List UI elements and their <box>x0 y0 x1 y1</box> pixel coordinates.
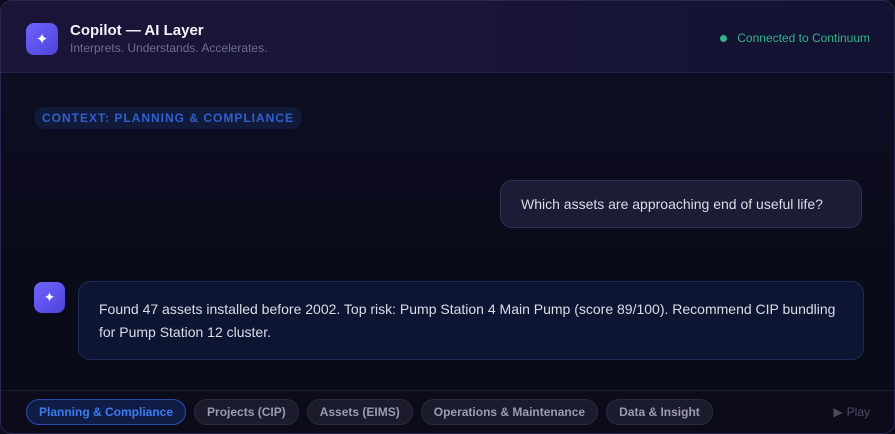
ai-message-text: Found 47 assets installed before 2002. T… <box>99 301 836 340</box>
user-message-text: Which assets are approaching end of usef… <box>521 196 823 212</box>
status-text: Connected to Continuum <box>737 31 870 45</box>
tab-data-insight[interactable]: Data & Insight <box>606 399 713 425</box>
tab-projects-cip[interactable]: Projects (CIP) <box>194 399 299 425</box>
play-button[interactable]: ▶ Play <box>833 391 870 433</box>
play-label: Play <box>846 405 870 419</box>
tab-assets-eims[interactable]: Assets (EIMS) <box>306 399 413 425</box>
app-subtitle: Interprets. Understands. Accelerates. <box>70 41 268 55</box>
tab-operations-maintenance[interactable]: Operations & Maintenance <box>420 399 599 425</box>
context-badge: CONTEXT: PLANNING & COMPLIANCE <box>34 107 302 129</box>
copilot-panel: ✦ Copilot — AI Layer Interprets. Underst… <box>0 0 895 434</box>
user-message: Which assets are approaching end of usef… <box>500 180 862 228</box>
sparkle-icon: ✦ <box>34 282 65 313</box>
footer: Planning & Compliance Projects (CIP) Ass… <box>1 390 894 433</box>
app-title: Copilot — AI Layer <box>70 22 204 39</box>
play-icon: ▶ <box>833 405 843 419</box>
tab-planning-compliance[interactable]: Planning & Compliance <box>26 399 187 425</box>
connection-status: Connected to Continuum <box>720 31 870 45</box>
header: ✦ Copilot — AI Layer Interprets. Underst… <box>1 1 894 73</box>
ai-message: Found 47 assets installed before 2002. T… <box>78 281 864 360</box>
sparkle-icon: ✦ <box>26 23 58 55</box>
status-dot-icon <box>720 34 728 42</box>
context-tabs: Planning & Compliance Projects (CIP) Ass… <box>26 391 713 433</box>
